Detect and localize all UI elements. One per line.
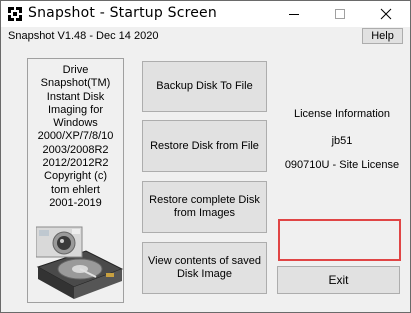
restore-disk-button[interactable]: Restore Disk from File: [142, 120, 267, 172]
restore-from-images-button[interactable]: Restore complete Disk from Images: [142, 181, 267, 233]
exit-button[interactable]: Exit: [277, 266, 400, 294]
close-icon: [380, 8, 392, 20]
hard-disk-and-camera-image: [35, 225, 124, 301]
info-line: Copyright (c): [44, 170, 107, 183]
maximize-button[interactable]: [317, 1, 363, 27]
license-heading: License Information: [294, 108, 390, 120]
info-line: Drive: [62, 64, 89, 76]
product-info-panel: Drive Snapshot(TM) Instant Disk Imaging …: [27, 58, 124, 303]
title-bar[interactable]: Snapshot - Startup Screen: [1, 1, 410, 27]
highlight-box: [278, 219, 401, 261]
info-line: Instant Disk: [46, 90, 105, 103]
snapshot-app-icon[interactable]: [6, 5, 24, 23]
minimize-icon: [289, 14, 299, 15]
backup-disk-button[interactable]: Backup Disk To File: [142, 61, 267, 112]
product-info-text: Drive Snapshot(TM) Instant Disk Imaging …: [28, 64, 123, 210]
view-image-contents-button[interactable]: View contents of saved Disk Image: [142, 242, 267, 294]
info-line: Imaging for: [47, 103, 104, 116]
info-line: 2012/2012R2: [42, 157, 109, 170]
license-user: jb51: [331, 135, 353, 147]
info-line: 2000/XP/7/8/10: [37, 130, 114, 143]
info-line: Snapshot(TM): [40, 77, 111, 90]
maximize-icon: [335, 9, 345, 19]
help-button[interactable]: Help: [362, 28, 403, 44]
info-line: tom ehlert: [51, 183, 100, 196]
info-line: Windows: [53, 117, 98, 130]
info-line: 2001-2019: [49, 196, 102, 209]
info-line: 2003/2008R2: [42, 143, 109, 156]
close-button[interactable]: [363, 1, 409, 27]
startup-window: Snapshot - Startup Screen Snapshot V1.48…: [0, 0, 411, 313]
window-title: Snapshot - Startup Screen: [28, 5, 217, 21]
version-label: Snapshot V1.48 - Dec 14 2020: [8, 30, 159, 42]
minimize-button[interactable]: [271, 1, 317, 27]
license-key: 090710U - Site License: [284, 159, 400, 171]
menu-bar: Snapshot V1.48 - Dec 14 2020 Help: [1, 27, 410, 47]
